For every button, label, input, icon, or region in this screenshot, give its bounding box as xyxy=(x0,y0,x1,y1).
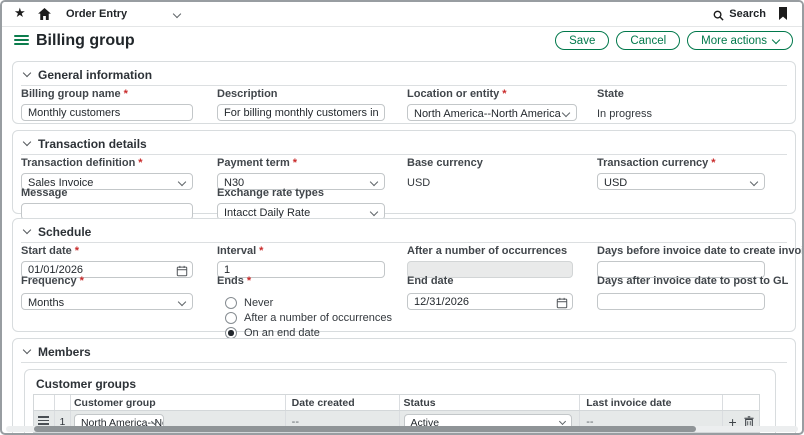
chevron-down-icon xyxy=(178,178,186,186)
message-label: Message xyxy=(21,187,193,199)
general-information-section: General information Billing group name D… xyxy=(12,61,796,124)
chevron-down-icon[interactable] xyxy=(173,10,181,18)
bookmark-icon[interactable] xyxy=(778,7,788,25)
page-title: Billing group xyxy=(36,32,135,50)
page-header: Billing group Save Cancel More actions xyxy=(2,27,802,57)
ends-radio-occurrences[interactable]: After a number of occurrences xyxy=(225,312,392,324)
base-currency-label: Base currency xyxy=(407,157,483,169)
schedule-header[interactable]: Schedule xyxy=(21,219,787,243)
date-created-column-header: Date created xyxy=(286,395,400,410)
customer-groups-title: Customer groups xyxy=(36,377,136,391)
transaction-details-header[interactable]: Transaction details xyxy=(21,131,787,155)
chevron-down-icon xyxy=(178,298,186,306)
state-label: State xyxy=(597,88,652,100)
app-menu-order-entry[interactable]: Order Entry xyxy=(66,8,127,20)
chevron-down-icon xyxy=(370,208,378,216)
favorite-star-icon[interactable]: ★ xyxy=(14,6,26,20)
occurrences-label: After a number of occurrences xyxy=(407,245,573,257)
collapse-chevron-icon[interactable] xyxy=(23,346,31,354)
calendar-icon[interactable] xyxy=(556,296,568,314)
home-icon[interactable] xyxy=(38,7,51,25)
frequency-select[interactable]: Months xyxy=(21,293,193,310)
section-title: General information xyxy=(38,68,152,82)
frequency-label: Frequency xyxy=(21,275,193,287)
exchange-rate-types-label: Exchange rate types xyxy=(217,187,385,199)
collapse-chevron-icon[interactable] xyxy=(23,226,31,234)
more-actions-button[interactable]: More actions xyxy=(687,31,793,50)
billing-group-name-input[interactable] xyxy=(21,104,193,121)
horizontal-scrollbar-thumb[interactable] xyxy=(34,426,696,432)
horizontal-scrollbar-track[interactable] xyxy=(6,426,798,432)
start-date-label: Start date xyxy=(21,245,193,257)
members-header[interactable]: Members xyxy=(21,339,787,363)
days-after-invoice-label: Days after invoice date to post to GL xyxy=(597,275,765,287)
search-icon[interactable] xyxy=(713,8,724,26)
description-label: Description xyxy=(217,88,385,100)
end-date-label: End date xyxy=(407,275,573,287)
top-navigation-bar: ★ Order Entry Search xyxy=(2,2,802,27)
drag-column-header xyxy=(34,395,55,410)
app-window: ★ Order Entry Search Billing group Save … xyxy=(0,0,804,435)
payment-term-label: Payment term xyxy=(217,157,385,169)
state-value: In progress xyxy=(597,108,652,120)
search-label[interactable]: Search xyxy=(729,8,766,20)
last-invoice-date-column-header: Last invoice date xyxy=(580,395,723,410)
cancel-button[interactable]: Cancel xyxy=(616,31,680,50)
general-information-header[interactable]: General information xyxy=(21,62,787,86)
schedule-section: Schedule Start date Interval After a num… xyxy=(12,218,796,332)
collapse-chevron-icon[interactable] xyxy=(23,138,31,146)
ends-label: Ends xyxy=(217,275,251,287)
save-button[interactable]: Save xyxy=(555,31,609,50)
ends-radio-never[interactable]: Never xyxy=(225,297,273,309)
collapse-chevron-icon[interactable] xyxy=(23,69,31,77)
table-header-row: Customer group Date created Status Last … xyxy=(34,395,759,411)
section-title: Members xyxy=(38,345,91,359)
chevron-down-icon xyxy=(562,109,570,117)
status-column-header: Status xyxy=(400,395,581,410)
location-or-entity-label: Location or entity xyxy=(407,88,577,100)
radio-icon[interactable] xyxy=(225,297,237,309)
add-row-icon[interactable]: + xyxy=(728,417,736,427)
radio-icon[interactable] xyxy=(225,312,237,324)
section-title: Schedule xyxy=(38,225,91,239)
members-section: Members Customer groups Customer group D… xyxy=(12,338,796,435)
chevron-down-icon xyxy=(370,178,378,186)
base-currency-value: USD xyxy=(407,177,430,189)
transaction-definition-label: Transaction definition xyxy=(21,157,193,169)
description-input[interactable] xyxy=(217,104,385,121)
section-title: Transaction details xyxy=(38,137,147,151)
interval-label: Interval xyxy=(217,245,385,257)
billing-group-name-label: Billing group name xyxy=(21,88,193,100)
actions-column-header xyxy=(723,395,759,410)
location-or-entity-select[interactable]: North America--North America xyxy=(407,104,577,121)
chevron-down-icon xyxy=(558,418,565,425)
days-before-invoice-label: Days before invoice date to create invoi… xyxy=(597,245,765,257)
end-date-input[interactable] xyxy=(407,293,573,310)
transaction-details-section: Transaction details Transaction definiti… xyxy=(12,130,796,214)
chevron-down-icon xyxy=(772,35,780,43)
transaction-currency-label: Transaction currency xyxy=(597,157,765,169)
customer-group-column-header: Customer group xyxy=(71,395,286,410)
chevron-down-icon xyxy=(750,178,758,186)
days-after-invoice-input[interactable] xyxy=(597,293,765,310)
transaction-currency-select[interactable]: USD xyxy=(597,173,765,190)
header-actions: Save Cancel More actions xyxy=(555,31,793,50)
row-number-column-header xyxy=(55,395,71,410)
record-list-icon[interactable] xyxy=(14,35,29,48)
